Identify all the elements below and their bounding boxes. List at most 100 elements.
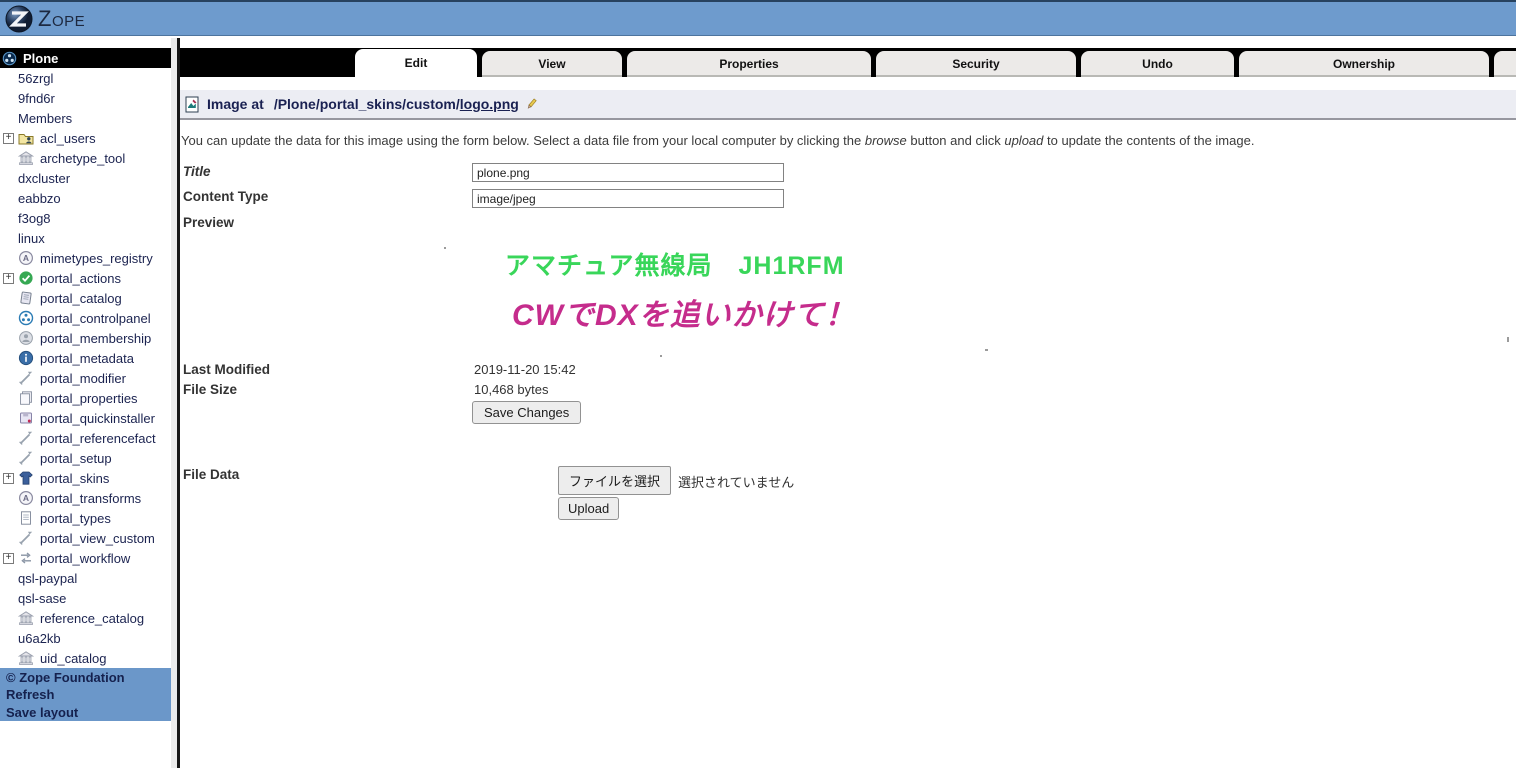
main-content: EditViewPropertiesSecurityUndoOwnership … (180, 48, 1516, 768)
sidebar-item-portal_metadata[interactable]: portal_metadata (0, 348, 171, 368)
expand-toggle-icon[interactable]: + (3, 553, 14, 564)
sidebar-item-mimetypes_registry[interactable]: Amimetypes_registry (0, 248, 171, 268)
tab-view[interactable]: View (482, 51, 622, 77)
sidebar-item-label: portal_modifier (40, 371, 126, 386)
sidebar-item-portal_referencefact[interactable]: portal_referencefact (0, 428, 171, 448)
sidebar-item-u6a2kb[interactable]: u6a2kb (0, 628, 171, 648)
sidebar-item-portal_view_custom[interactable]: portal_view_custom (0, 528, 171, 548)
sidebar-root[interactable]: Plone (0, 48, 171, 68)
content-type-input[interactable] (472, 189, 784, 208)
wrench-icon (18, 370, 34, 386)
image-artifact-speck (660, 355, 662, 357)
tab-security[interactable]: Security (876, 51, 1076, 77)
expand-toggle-icon[interactable]: + (3, 133, 14, 144)
sidebar-item-label: portal_workflow (40, 551, 130, 566)
sidebar-item-56zrgl[interactable]: 56zrgl (0, 68, 171, 88)
breadcrumb-link[interactable]: logo.png (460, 96, 519, 112)
wrench-icon (18, 430, 34, 446)
image-file-icon (184, 96, 200, 113)
file-size-label: File Size (183, 382, 237, 397)
title-input[interactable] (472, 163, 784, 182)
image-artifact-speck (985, 349, 988, 351)
sidebar-item-label: archetype_tool (40, 151, 125, 166)
sidebar-item-portal_types[interactable]: portal_types (0, 508, 171, 528)
sidebar-item-label: eabbzo (18, 191, 61, 206)
expand-toggle-icon[interactable]: + (3, 273, 14, 284)
svg-text:A: A (23, 253, 29, 263)
sidebar-item-portal_properties[interactable]: portal_properties (0, 388, 171, 408)
content-type-label: Content Type (183, 189, 268, 204)
book-icon (18, 290, 34, 306)
choose-file-button[interactable]: ファイルを選択 (558, 466, 671, 495)
sidebar-item-label: portal_catalog (40, 291, 122, 306)
sidebar-item-label: portal_transforms (40, 491, 141, 506)
sidebar-item-label: portal_controlpanel (40, 311, 151, 326)
zope-logo-icon (5, 5, 33, 33)
tab-properties[interactable]: Properties (627, 51, 871, 77)
save-layout-link[interactable]: Save layout (6, 704, 171, 721)
sidebar-item-label: portal_membership (40, 331, 151, 346)
circle-a-icon: A (18, 250, 34, 266)
sidebar-item-archetype_tool[interactable]: archetype_tool (0, 148, 171, 168)
sidebar-item-label: qsl-paypal (18, 571, 77, 586)
sidebar-item-portal_controlpanel[interactable]: portal_controlpanel (0, 308, 171, 328)
tab-edit[interactable]: Edit (355, 49, 477, 77)
expand-toggle-icon[interactable]: + (3, 473, 14, 484)
sidebar-item-label: reference_catalog (40, 611, 144, 626)
file-size-value: 10,468 bytes (474, 382, 548, 397)
sidebar-item-label: portal_types (40, 511, 111, 526)
sidebar-item-uid_catalog[interactable]: uid_catalog (0, 648, 171, 668)
edit-pencil-icon[interactable] (525, 97, 538, 111)
sidebar-item-acl_users[interactable]: + acl_users (0, 128, 171, 148)
tab-undo[interactable]: Undo (1081, 51, 1234, 77)
sidebar-item-qsl-sase[interactable]: qsl-sase (0, 588, 171, 608)
shirt-icon (18, 470, 34, 486)
sidebar-item-qsl-paypal[interactable]: qsl-paypal (0, 568, 171, 588)
sidebar-item-reference_catalog[interactable]: reference_catalog (0, 608, 171, 628)
sidebar-item-portal_actions[interactable]: +portal_actions (0, 268, 171, 288)
sidebar-item-portal_membership[interactable]: portal_membership (0, 328, 171, 348)
sidebar-item-label: mimetypes_registry (40, 251, 153, 266)
tab-partial[interactable] (1494, 51, 1516, 77)
sidebar-item-portal_setup[interactable]: portal_setup (0, 448, 171, 468)
sidebar-item-label: u6a2kb (18, 631, 61, 646)
sidebar-item-label: portal_quickinstaller (40, 411, 155, 426)
refresh-link[interactable]: Refresh (6, 686, 171, 703)
sidebar-item-Members[interactable]: Members (0, 108, 171, 128)
tab-ownership[interactable]: Ownership (1239, 51, 1489, 77)
no-file-selected-text: 選択されていません (678, 472, 794, 491)
sidebar-tree: 56zrgl9fnd6r Members + acl_users archetype_t… (0, 68, 171, 668)
check-icon (18, 270, 34, 286)
last-modified-label: Last Modified (183, 362, 270, 377)
bank-icon (18, 650, 34, 666)
sidebar-item-f3og8[interactable]: f3og8 (0, 208, 171, 228)
breadcrumb-text: Image at/Plone/portal_skins/custom/logo.… (207, 96, 519, 112)
sidebar-item-label: portal_metadata (40, 351, 134, 366)
sidebar-item-label: Members (18, 111, 72, 126)
sidebar-item-9fnd6r[interactable]: 9fnd6r (0, 88, 171, 108)
sidebar-item-portal_modifier[interactable]: portal_modifier (0, 368, 171, 388)
sidebar-item-dxcluster[interactable]: dxcluster (0, 168, 171, 188)
image-artifact-speck (1507, 337, 1509, 342)
sidebar-item-linux[interactable]: linux (0, 228, 171, 248)
upload-button[interactable]: Upload (558, 497, 619, 520)
save-changes-button[interactable]: Save Changes (472, 401, 581, 424)
bank-icon (18, 610, 34, 626)
sidebar-item-portal_transforms[interactable]: Aportal_transforms (0, 488, 171, 508)
last-modified-value: 2019-11-20 15:42 (474, 362, 576, 377)
sidebar-footer: © Zope Foundation Refresh Save layout (0, 668, 171, 721)
sidebar-item-portal_skins[interactable]: +portal_skins (0, 468, 171, 488)
plone-icon (2, 51, 17, 66)
sidebar-item-eabbzo[interactable]: eabbzo (0, 188, 171, 208)
sidebar-item-portal_quickinstaller[interactable]: portal_quickinstaller (0, 408, 171, 428)
sidebar-item-label: linux (18, 231, 45, 246)
sidebar-item-portal_workflow[interactable]: + portal_workflow (0, 548, 171, 568)
zope-foundation-link[interactable]: © Zope Foundation (6, 669, 171, 686)
sidebar-item-label: acl_users (40, 131, 96, 146)
sidebar-item-label: uid_catalog (40, 651, 107, 666)
person-icon (18, 330, 34, 346)
breadcrumb-path: /Plone/portal_skins/custom/ (274, 96, 460, 112)
tab-bar: EditViewPropertiesSecurityUndoOwnership (180, 48, 1516, 77)
svg-text:A: A (23, 493, 29, 503)
sidebar-item-portal_catalog[interactable]: portal_catalog (0, 288, 171, 308)
